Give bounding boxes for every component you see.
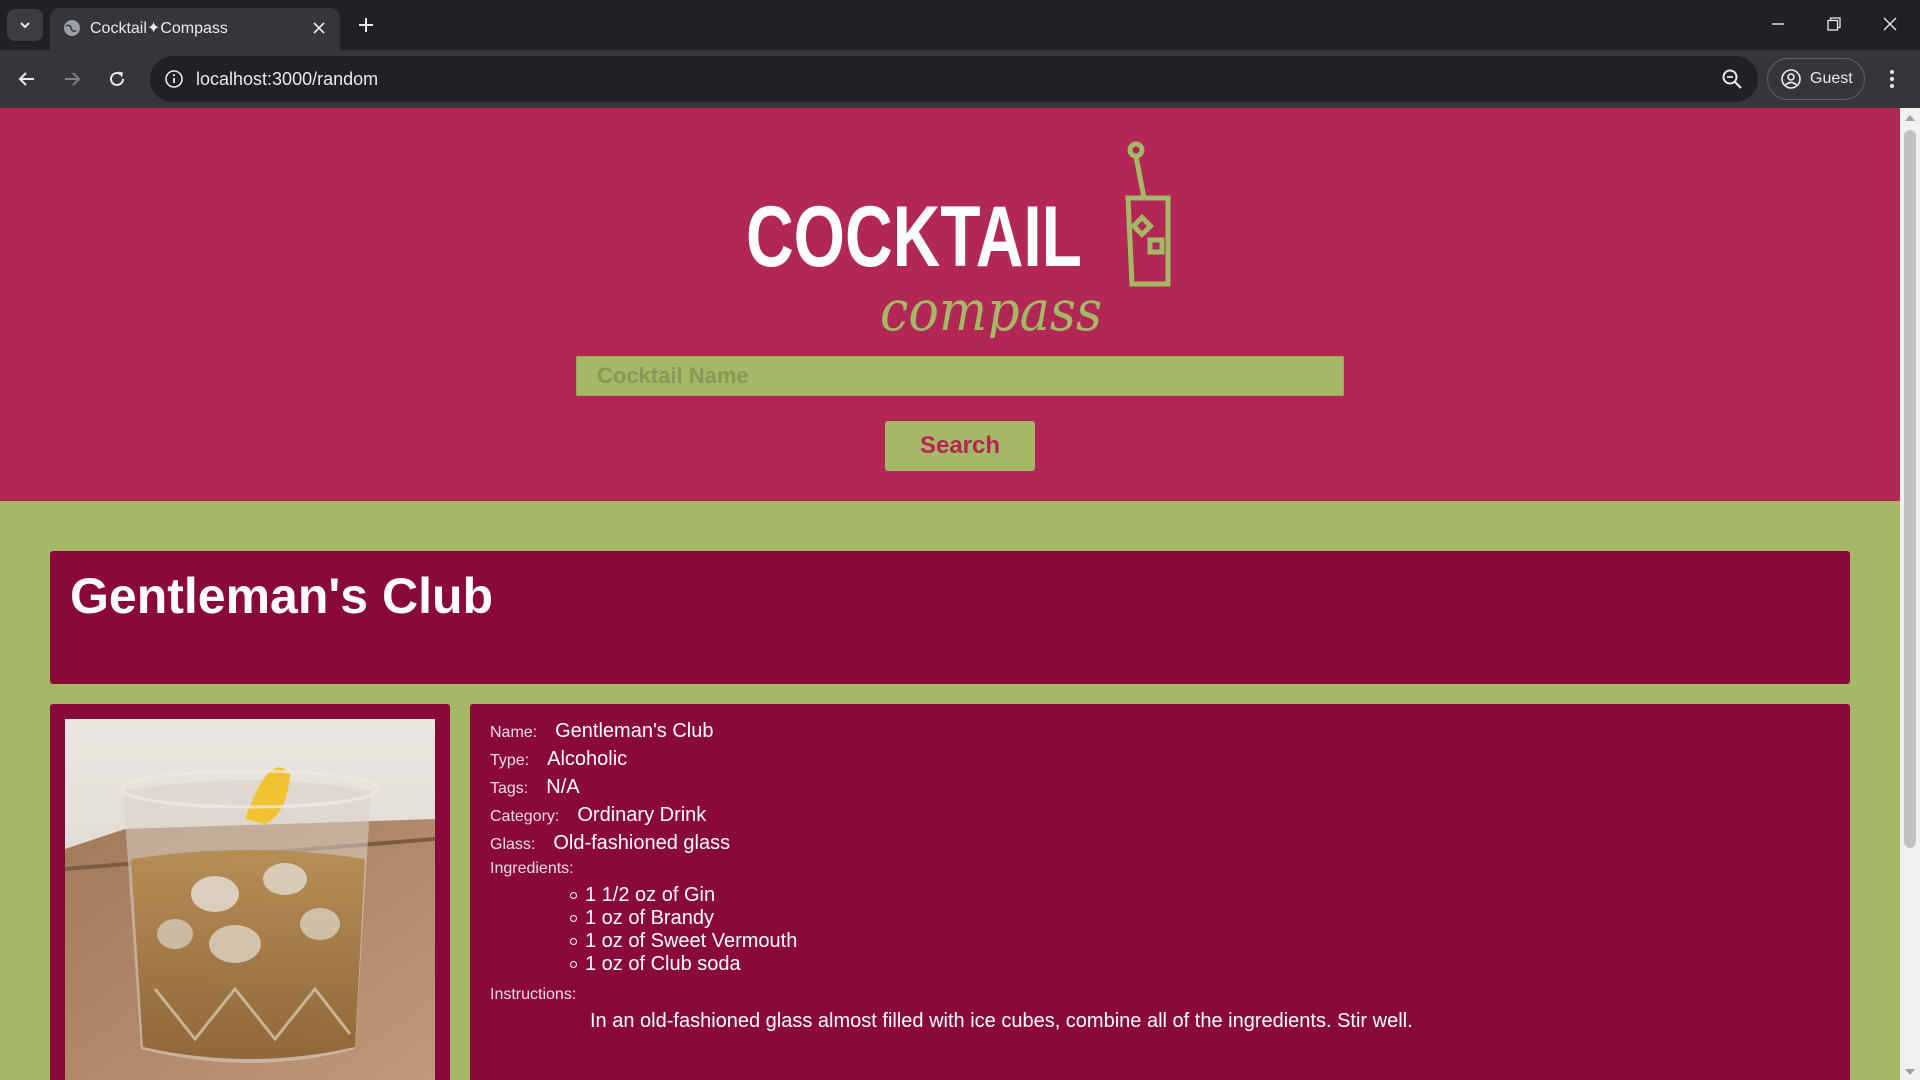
list-item: 1 1/2 oz of Gin (570, 884, 797, 907)
search-button[interactable]: Search (885, 421, 1035, 471)
bullet-icon (570, 938, 577, 945)
url-text[interactable]: localhost:3000/random (196, 69, 378, 90)
window-close-icon (1883, 17, 1897, 31)
logo-word: COCKTAIL (746, 189, 1082, 285)
reload-button[interactable] (101, 63, 133, 95)
cocktail-search-input[interactable] (576, 356, 1344, 396)
scroll-down-icon[interactable] (1905, 1069, 1915, 1075)
forward-icon (65, 72, 81, 86)
glass-value: Old-fashioned glass (553, 832, 731, 854)
category-value: Ordinary Drink (577, 804, 707, 826)
detail-row-category: Category: Ordinary Drink (490, 804, 706, 827)
name-value: Gentleman's Club (555, 720, 714, 742)
type-label: Type: (490, 752, 530, 769)
ingredient-text: 1 1/2 oz of Gin (585, 884, 716, 906)
bullet-icon (570, 961, 577, 968)
name-label: Name: (490, 724, 538, 741)
back-icon (18, 72, 34, 86)
instructions-label: Instructions: (490, 986, 577, 1003)
detail-row-type: Type: Alcoholic (490, 748, 627, 771)
tab-close-button[interactable] (308, 17, 330, 39)
bullet-icon (570, 892, 577, 899)
zoom-icon[interactable] (1720, 67, 1744, 91)
tab-title: Cocktail✦Compass (90, 20, 228, 37)
ingredient-text: 1 oz of Brandy (585, 907, 714, 929)
restore-icon (1827, 17, 1841, 31)
close-icon (313, 22, 325, 34)
cocktail-glass-icon (1125, 141, 1171, 287)
tags-value: N/A (546, 776, 580, 798)
detail-row-tags: Tags: N/A (490, 776, 580, 799)
bullet-icon (570, 915, 577, 922)
kebab-menu-icon (1890, 70, 1894, 88)
active-tab[interactable]: Cocktail✦Compass (50, 8, 340, 50)
minimize-icon (1772, 23, 1784, 25)
ingredient-text: 1 oz of Sweet Vermouth (585, 930, 798, 952)
drink-details-card: Name: Gentleman's Club Type: Alcoholic T… (470, 704, 1850, 1080)
back-button[interactable] (11, 63, 43, 95)
globe-icon (64, 20, 80, 36)
logo-script: compass (880, 279, 1102, 338)
type-value: Alcoholic (547, 748, 628, 770)
scrollbar-thumb[interactable] (1904, 130, 1916, 848)
cocktail-compass-logo[interactable]: COCKTAIL compass (740, 138, 1180, 338)
profile-label: Guest (1810, 70, 1853, 87)
address-bar[interactable]: localhost:3000/random (150, 56, 1758, 102)
drink-title-card: Gentleman's Club (50, 551, 1850, 684)
list-item: 1 oz of Sweet Vermouth (570, 930, 797, 953)
ingredient-text: 1 oz of Club soda (585, 953, 741, 975)
ingredients-list: 1 1/2 oz of Gin 1 oz of Brandy 1 oz of S… (570, 884, 797, 976)
glass-label: Glass: (490, 836, 536, 853)
forward-button[interactable] (56, 63, 88, 95)
tab-strip: Cocktail✦Compass (0, 0, 1920, 50)
minimize-button[interactable] (1750, 0, 1806, 48)
site-header: COCKTAIL compass Search (0, 108, 1900, 501)
ingredients-label: Ingredients: (490, 860, 574, 877)
site-info-button[interactable] (162, 67, 186, 91)
reload-icon (110, 71, 124, 86)
plus-icon (359, 18, 373, 32)
restore-button[interactable] (1806, 0, 1862, 48)
tab-search-icon (20, 22, 30, 29)
instructions-heading: Instructions: (490, 986, 576, 1004)
window-close-button[interactable] (1862, 0, 1918, 48)
detail-row-glass: Glass: Old-fashioned glass (490, 832, 730, 855)
ingredients-heading: Ingredients: (490, 860, 574, 878)
instructions-text: In an old-fashioned glass almost filled … (590, 1010, 1413, 1032)
detail-row-name: Name: Gentleman's Club (490, 720, 713, 743)
drink-image-card (50, 704, 450, 1080)
browser-menu-button[interactable] (1876, 63, 1908, 95)
drink-title: Gentleman's Club (70, 568, 494, 624)
guest-avatar-icon (1781, 69, 1801, 89)
category-label: Category: (490, 808, 560, 825)
browser-toolbar: localhost:3000/random Guest (0, 50, 1920, 108)
page-scrollbar[interactable] (1900, 108, 1920, 1080)
profile-button[interactable]: Guest (1767, 58, 1865, 100)
list-item: 1 oz of Club soda (570, 953, 797, 976)
tab-search-button[interactable] (7, 9, 43, 41)
page-viewport: COCKTAIL compass Search Gentleman's Club (0, 108, 1920, 1080)
scroll-up-icon[interactable] (1905, 115, 1915, 121)
drink-photo (65, 719, 435, 1080)
new-tab-button[interactable] (352, 11, 380, 39)
info-icon (165, 70, 183, 88)
tags-label: Tags: (490, 780, 529, 797)
list-item: 1 oz of Brandy (570, 907, 797, 930)
